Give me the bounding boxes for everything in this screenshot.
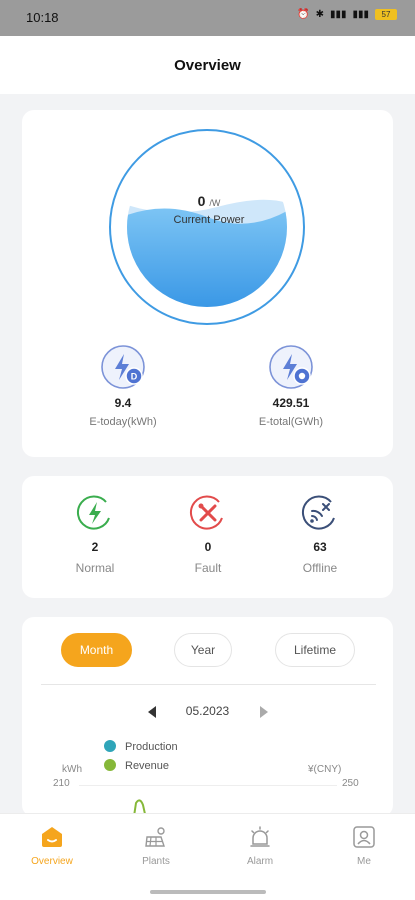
fault-label: Fault [194, 561, 222, 575]
status-offline[interactable]: 63 Offline [275, 494, 365, 575]
revenue-dot-icon [104, 759, 116, 771]
alarm-clock-icon: ⏰ [297, 9, 310, 20]
solar-plant-icon [143, 824, 169, 850]
signal-icon: ▮▮▮ [329, 9, 347, 20]
home-indicator [150, 890, 266, 894]
nav-alarm[interactable]: Alarm [220, 824, 300, 867]
legend-production: Production [104, 740, 178, 753]
e-total-metric[interactable]: 429.51 E-total(GWh) [226, 344, 356, 428]
production-dot-icon [104, 740, 116, 752]
svg-text:D: D [131, 372, 138, 382]
tab-lifetime[interactable]: Lifetime [275, 633, 355, 667]
power-card: 0 /W Current Power D 9.4 E-today(kWh) 42 [22, 110, 393, 457]
offline-count: 63 [313, 540, 327, 554]
legend-revenue-label: Revenue [125, 760, 170, 772]
current-power-gauge[interactable]: 0 /W Current Power [109, 129, 305, 325]
divider [41, 684, 376, 685]
current-power-label: Current Power [173, 214, 245, 226]
water-fill [127, 147, 287, 307]
legend-revenue: Revenue [104, 759, 169, 772]
alarm-bell-icon [247, 824, 273, 850]
period-tabs: Month Year Lifetime [22, 633, 393, 667]
signal-icon-2: ▮▮▮ [352, 9, 369, 20]
lightning-day-icon: D [100, 344, 146, 390]
battery-icon: 57 [375, 9, 397, 20]
water-wave [127, 199, 287, 307]
nav-me[interactable]: Me [324, 824, 404, 867]
tab-year[interactable]: Year [174, 633, 232, 667]
e-today-label: E-today(kWh) [89, 416, 157, 428]
e-total-label: E-total(GWh) [258, 416, 324, 428]
offline-label: Offline [302, 561, 338, 575]
fault-tools-icon [189, 494, 227, 532]
chart-gridline [79, 785, 337, 786]
e-today-metric[interactable]: D 9.4 E-today(kWh) [58, 344, 188, 428]
bluetooth-icon: ✱ [315, 9, 324, 20]
e-today-value: 9.4 [114, 396, 132, 410]
nav-overview-label: Overview [31, 856, 73, 867]
header: Overview [0, 36, 415, 94]
nav-me-label: Me [357, 856, 371, 867]
home-icon [39, 824, 65, 850]
user-icon [351, 824, 377, 850]
status-time: 10:18 [26, 10, 59, 25]
normal-count: 2 [91, 540, 99, 554]
nav-plants[interactable]: Plants [116, 824, 196, 867]
status-icons: ⏰ ✱ ▮▮▮ ▮▮▮ 57 [297, 9, 397, 20]
status-bar: 10:18 ⏰ ✱ ▮▮▮ ▮▮▮ 57 [0, 0, 415, 36]
normal-label: Normal [75, 561, 115, 575]
lightning-total-icon [268, 344, 314, 390]
nav-alarm-label: Alarm [246, 856, 274, 867]
left-axis-max: 210 [53, 778, 70, 789]
nav-plants-label: Plants [142, 856, 170, 867]
tab-month[interactable]: Month [61, 633, 132, 667]
bottom-nav: Overview Plants Alarm Me [0, 813, 415, 900]
page-title: Overview [174, 57, 241, 74]
status-fault[interactable]: 0 Fault [163, 494, 253, 575]
fault-count: 0 [204, 540, 212, 554]
status-normal[interactable]: 2 Normal [50, 494, 140, 575]
production-chart-card: Month Year Lifetime 05.2023 Production R… [22, 617, 393, 817]
period-label: 05.2023 [185, 704, 230, 718]
current-power-number: 0 [197, 193, 206, 209]
signal-off-icon [301, 494, 339, 532]
right-axis-max: 250 [342, 778, 359, 789]
legend-production-label: Production [125, 741, 178, 753]
current-power-unit: /W [209, 198, 221, 208]
e-total-value: 429.51 [272, 396, 310, 410]
nav-overview[interactable]: Overview [12, 824, 92, 867]
right-axis-unit: ¥(CNY) [308, 764, 342, 775]
device-status-card: 2 Normal 0 Fault 63 Offline [22, 476, 393, 598]
left-axis-unit: kWh [62, 764, 82, 775]
current-power-value: 0 /W [111, 193, 307, 209]
next-period-icon[interactable] [260, 706, 268, 718]
lightning-circle-icon [76, 494, 114, 532]
